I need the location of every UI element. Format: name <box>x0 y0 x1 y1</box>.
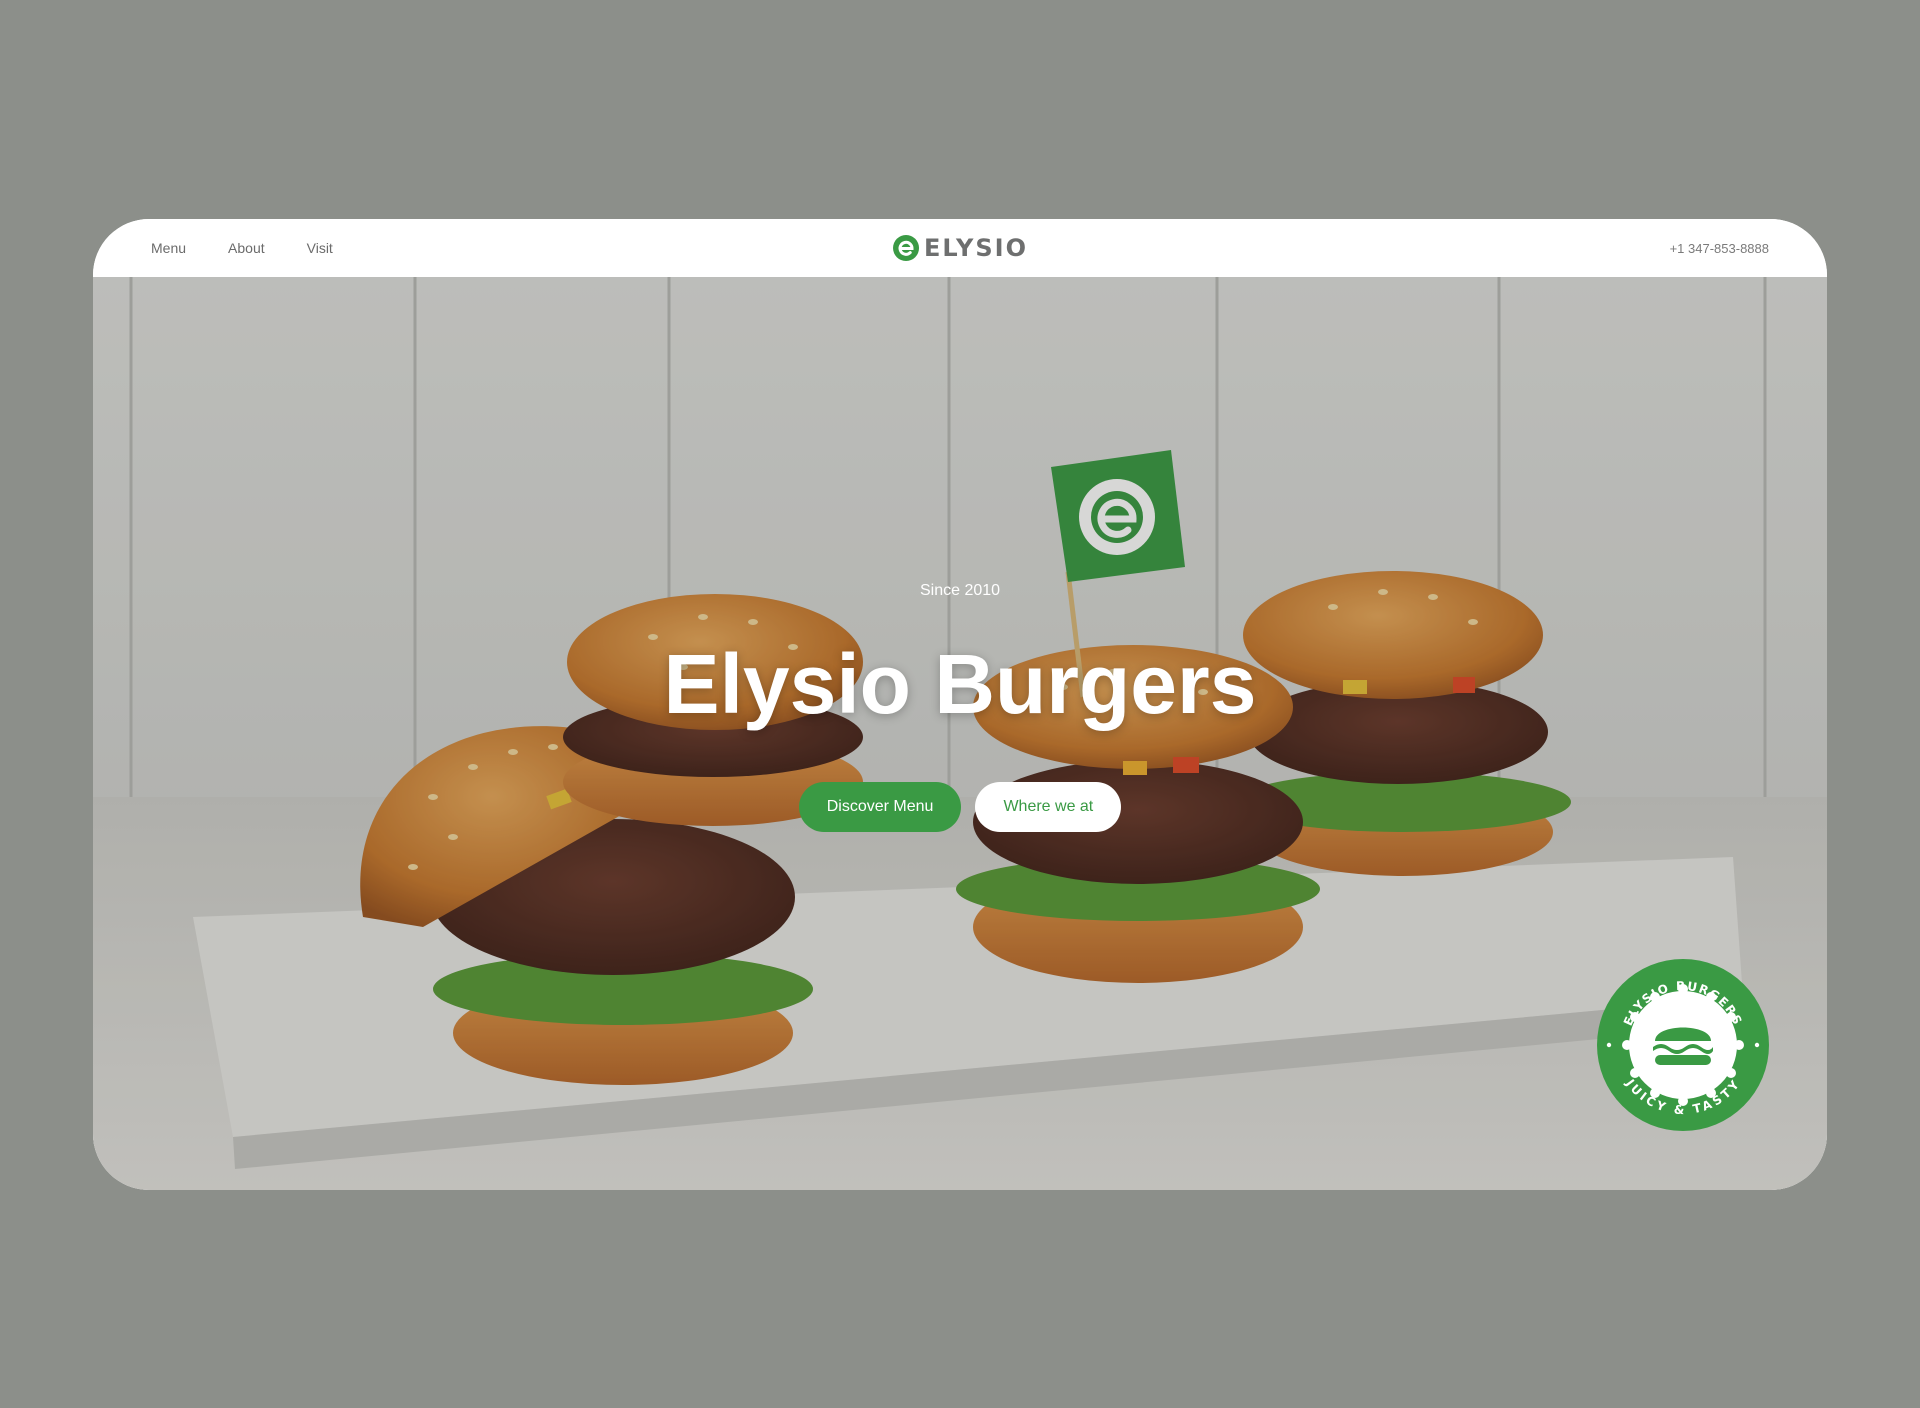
hero-eyebrow: Since 2010 <box>919 582 1001 599</box>
hero-burgers-photo <box>93 277 1827 1190</box>
top-navbar: Menu About Visit ELYSIO +1 347-853-8888 <box>93 219 1827 277</box>
discover-menu-button[interactable]: Discover Menu <box>798 782 962 832</box>
elysio-e-logo-icon <box>893 235 920 261</box>
badge-seal: ELYSIO BURGERS JUICY & TASTY <box>1597 959 1769 1131</box>
nav-links: Menu About Visit <box>151 219 375 277</box>
website-preview-card: Menu About Visit ELYSIO +1 347-853-8888 <box>93 219 1827 1190</box>
nav-link-about[interactable]: About <box>228 240 265 256</box>
phone-number[interactable]: +1 347-853-8888 <box>1670 219 1769 277</box>
brand-logo[interactable]: ELYSIO <box>892 219 1028 277</box>
juicy-tasty-badge: ELYSIO BURGERS JUICY & TASTY <box>1595 957 1771 1133</box>
hero-section: Since 2010 Elysio Burgers Discover Menu … <box>93 277 1827 1190</box>
logo-wordmark: ELYSIO <box>924 234 1028 262</box>
hero-cta-group: Discover Menu Where we at <box>93 782 1827 832</box>
where-we-at-button[interactable]: Where we at <box>975 782 1122 832</box>
hero-title: Elysio Burgers <box>663 637 1257 731</box>
nav-link-visit[interactable]: Visit <box>307 240 333 256</box>
nav-link-menu[interactable]: Menu <box>151 240 186 256</box>
